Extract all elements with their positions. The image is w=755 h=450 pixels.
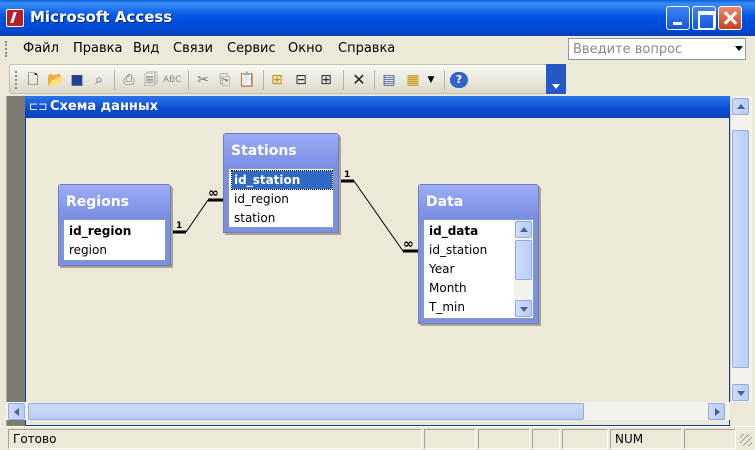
vertical-scroll-thumb[interactable] — [732, 130, 749, 368]
table-data-fields: id_data id_station Year Month T_min — [423, 219, 534, 319]
table-data[interactable]: Data id_data id_station Year Month T_min — [418, 184, 539, 324]
field-id-region[interactable]: id_region — [67, 222, 131, 240]
table-stations-fields: id_station id_region station — [228, 168, 334, 228]
table-data-title[interactable]: Data — [419, 185, 538, 219]
scroll-thumb[interactable] — [515, 240, 532, 280]
scroll-right-button[interactable] — [708, 403, 725, 420]
horizontal-scroll-thumb[interactable] — [28, 403, 584, 420]
one-label: 1 — [176, 221, 182, 231]
field-region[interactable]: region — [67, 241, 107, 259]
field-id-data[interactable]: id_data — [427, 222, 478, 240]
field-year[interactable]: Year — [427, 260, 454, 278]
many-label: ∞ — [208, 186, 219, 201]
field-id-region[interactable]: id_region — [232, 190, 289, 208]
resize-grip-icon[interactable] — [740, 434, 752, 446]
status-pane — [562, 429, 608, 449]
scrollbar-corner — [730, 402, 752, 420]
status-bar: Готово NUM — [0, 426, 755, 450]
scroll-down-button[interactable] — [732, 384, 749, 401]
status-pane — [424, 429, 476, 449]
status-text: Готово — [8, 429, 422, 449]
scroll-up-button[interactable] — [732, 98, 749, 115]
scroll-left-button[interactable] — [8, 403, 25, 420]
table-regions-title[interactable]: Regions — [59, 185, 170, 219]
field-id-station[interactable]: id_station — [231, 170, 333, 190]
field-t-min[interactable]: T_min — [427, 298, 465, 316]
status-pane — [478, 429, 530, 449]
table-stations-title[interactable]: Stations — [224, 134, 338, 168]
status-num: NUM — [610, 429, 682, 449]
table-data-scrollbar[interactable] — [514, 220, 533, 318]
scroll-up-button[interactable] — [515, 221, 532, 238]
field-month[interactable]: Month — [427, 279, 467, 297]
status-pane — [684, 429, 736, 449]
field-id-station[interactable]: id_station — [427, 241, 487, 259]
field-station[interactable]: station — [232, 209, 275, 227]
scroll-down-button[interactable] — [515, 300, 532, 317]
status-pane — [532, 429, 560, 449]
table-regions[interactable]: Regions id_region region — [58, 184, 171, 266]
one-label: 1 — [344, 170, 350, 180]
table-regions-fields: id_region region — [63, 219, 166, 261]
table-stations[interactable]: Stations id_station id_region station — [223, 133, 339, 233]
many-label: ∞ — [403, 237, 414, 252]
